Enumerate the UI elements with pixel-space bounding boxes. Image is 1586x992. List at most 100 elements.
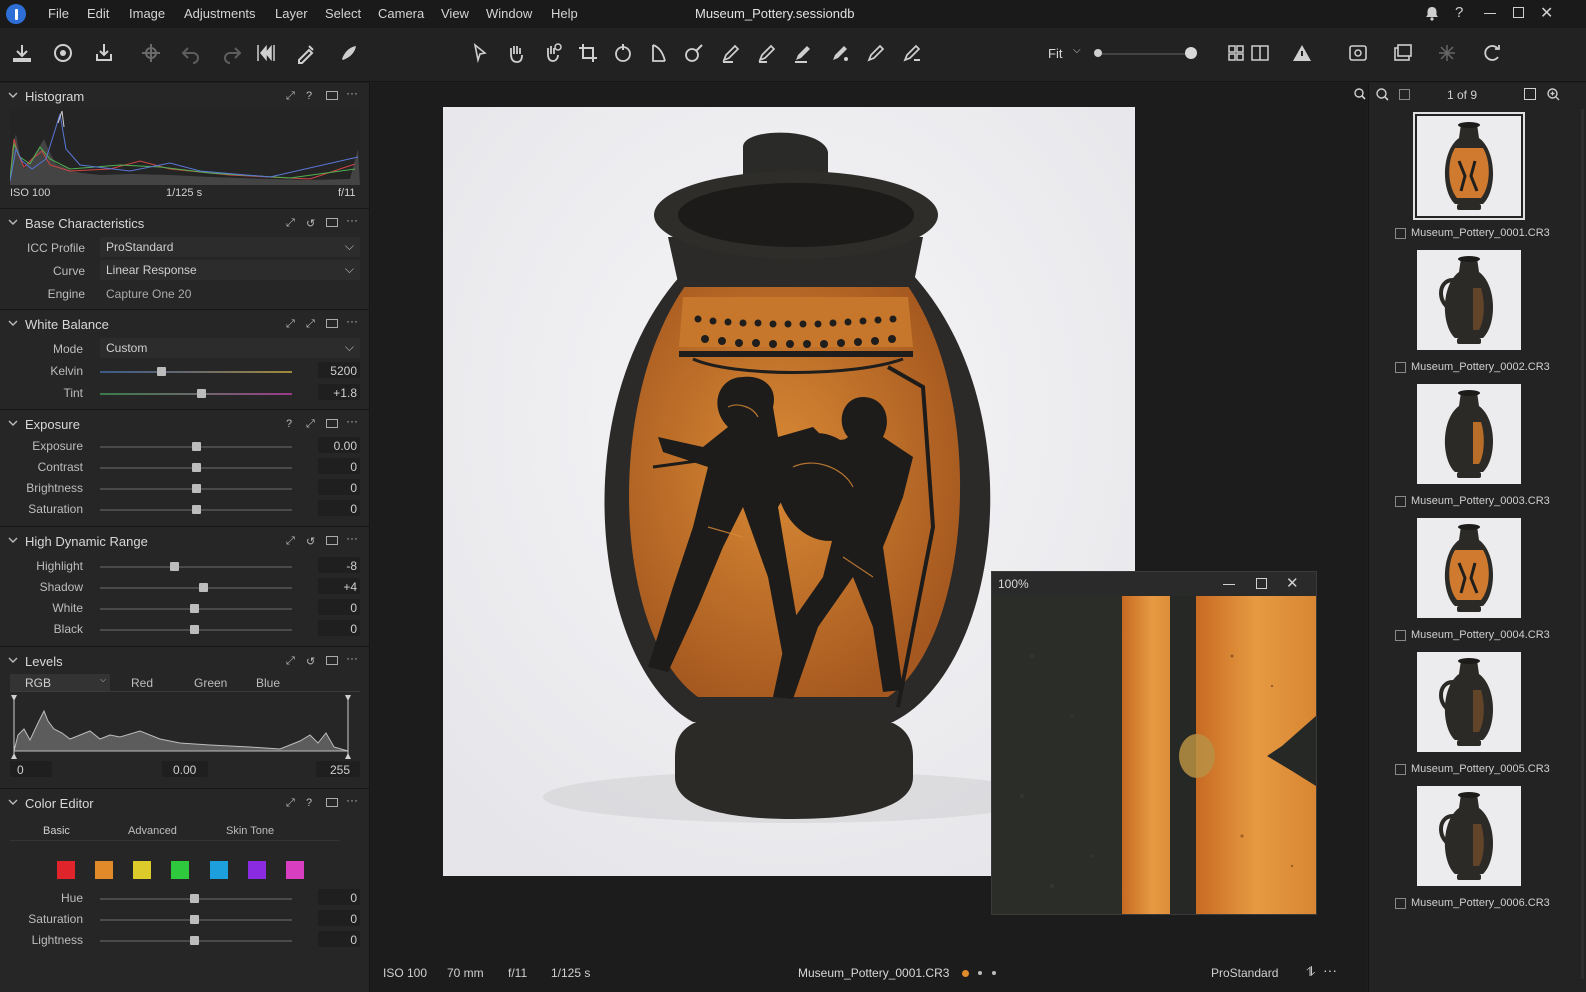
histogram-header[interactable]: Histogram ⤢? ··· xyxy=(0,83,370,109)
tint-slider[interactable] xyxy=(100,393,292,395)
capture-icon[interactable] xyxy=(48,38,78,68)
rotate-tool-icon[interactable] xyxy=(608,38,638,68)
menu-file[interactable]: File xyxy=(48,6,69,21)
maximize-icon[interactable] xyxy=(1513,7,1524,18)
tint-value[interactable]: +1.8 xyxy=(310,386,357,400)
overlay-icon[interactable] xyxy=(1388,38,1418,68)
compare-view-icon[interactable] xyxy=(1245,38,1275,68)
presets-icon[interactable] xyxy=(326,218,338,227)
white-value[interactable]: 0 xyxy=(310,601,357,615)
browser-scrollbar[interactable] xyxy=(1581,109,1584,979)
thumbnail-image[interactable] xyxy=(1417,250,1521,350)
icc-profile-select[interactable]: ProStandard ⌵ xyxy=(100,237,360,257)
reset-icon[interactable]: ↺ xyxy=(306,655,318,668)
undo-icon[interactable] xyxy=(176,38,206,68)
color-tag-icon[interactable] xyxy=(962,970,969,977)
wb-mode-select[interactable]: Custom ⌵ xyxy=(100,338,360,358)
pan-tool-icon[interactable] xyxy=(501,38,531,68)
kelvin-slider[interactable] xyxy=(100,371,292,373)
chevron-down-icon[interactable] xyxy=(8,797,18,807)
menu-edit[interactable]: Edit xyxy=(87,6,109,21)
redo-icon[interactable] xyxy=(217,38,247,68)
reset-icon[interactable] xyxy=(251,38,281,68)
white-slider-knob[interactable] xyxy=(189,604,199,613)
menu-image[interactable]: Image xyxy=(129,6,165,21)
zoom-select[interactable]: Fit xyxy=(1048,46,1062,61)
healing-mask-icon[interactable] xyxy=(897,38,927,68)
pipette-icon[interactable]: ⤢ xyxy=(306,418,318,430)
shadow-slider-knob[interactable] xyxy=(199,583,209,592)
move-icon[interactable] xyxy=(136,38,166,68)
notification-icon[interactable] xyxy=(1425,6,1439,21)
exposure-value[interactable]: 0.00 xyxy=(310,439,357,453)
thumbnail-image[interactable] xyxy=(1417,652,1521,752)
levels-mid-value[interactable]: 0.00 xyxy=(173,763,196,777)
proof-margin-icon[interactable] xyxy=(1343,38,1373,68)
loupe-window[interactable]: 100% ✕ xyxy=(991,571,1317,915)
more-icon[interactable]: ··· xyxy=(346,87,358,102)
swatch-orange[interactable] xyxy=(95,861,113,879)
filter-search-icon[interactable] xyxy=(1376,88,1389,101)
tab-green[interactable]: Green xyxy=(194,676,227,690)
more-icon[interactable]: ··· xyxy=(346,415,358,430)
highlight-value[interactable]: -8 xyxy=(310,559,357,573)
shadow-value[interactable]: +4 xyxy=(310,580,357,594)
color-editor-header[interactable]: Color Editor ⤢? ··· xyxy=(0,790,370,816)
more-icon[interactable]: ··· xyxy=(346,652,358,667)
thumbnail-checkbox[interactable] xyxy=(1395,897,1406,909)
close-icon[interactable]: ✕ xyxy=(1540,3,1553,23)
presets-icon[interactable] xyxy=(326,656,338,665)
menu-camera[interactable]: Camera xyxy=(378,6,424,21)
saturation-value[interactable]: 0 xyxy=(310,912,357,926)
curve-select[interactable]: Linear Response ⌵ xyxy=(100,260,360,280)
thumbnail-image[interactable] xyxy=(1417,384,1521,484)
hue-slider-knob[interactable] xyxy=(189,894,199,903)
thumbnail-checkbox[interactable] xyxy=(1395,629,1406,641)
pipette-icon[interactable]: ⤢ xyxy=(286,797,298,809)
chevron-down-icon[interactable] xyxy=(8,655,18,665)
exposure-warning-icon[interactable] xyxy=(1287,38,1317,68)
maximize-icon[interactable] xyxy=(1256,578,1267,589)
menu-help[interactable]: Help xyxy=(551,6,578,21)
draw-mask-icon[interactable] xyxy=(716,38,746,68)
swatch-red[interactable] xyxy=(57,861,75,879)
picker-icon[interactable]: ⤢ xyxy=(306,318,318,330)
presets-icon[interactable] xyxy=(326,319,338,328)
select-tool-icon[interactable] xyxy=(465,38,495,68)
base-characteristics-header[interactable]: Base Characteristics ⤢ ↺ ··· xyxy=(0,210,370,236)
auto-adjust-icon[interactable]: ? xyxy=(286,418,298,430)
highlight-slider-knob[interactable] xyxy=(170,562,180,571)
menu-adjustments[interactable]: Adjustments xyxy=(184,6,256,21)
tint-slider-knob[interactable] xyxy=(197,389,207,398)
picker-icon[interactable]: ? xyxy=(306,797,318,809)
hdr-header[interactable]: High Dynamic Range ⤢ ↺ ··· xyxy=(0,528,370,554)
rating-dot-icon[interactable] xyxy=(992,971,996,975)
tab-skin-tone[interactable]: Skin Tone xyxy=(226,825,274,837)
presets-icon[interactable] xyxy=(326,419,338,428)
levels-low-value[interactable]: 0 xyxy=(17,763,24,777)
thumbnail-image[interactable] xyxy=(1413,112,1525,220)
select-checkbox-icon[interactable] xyxy=(1399,89,1410,100)
brightness-slider-knob[interactable] xyxy=(191,484,201,493)
close-icon[interactable]: ✕ xyxy=(1286,574,1299,592)
thumbnail-image[interactable] xyxy=(1417,518,1521,618)
swatch-cyan[interactable] xyxy=(210,861,228,879)
brightness-value[interactable]: 0 xyxy=(310,481,357,495)
thumbnail-checkbox[interactable] xyxy=(1395,361,1406,373)
crop-tool-icon[interactable] xyxy=(573,38,603,68)
swatch-purple[interactable] xyxy=(248,861,266,879)
shadow-slider[interactable] xyxy=(100,587,292,589)
saturation-slider-knob[interactable] xyxy=(189,915,199,924)
saturation-value[interactable]: 0 xyxy=(310,502,357,516)
exposure-slider-knob[interactable] xyxy=(191,442,201,451)
levels-histogram[interactable] xyxy=(10,695,360,759)
presets-icon[interactable] xyxy=(326,536,338,545)
more-icon[interactable]: ··· xyxy=(346,214,358,229)
chevron-down-icon[interactable] xyxy=(8,535,18,545)
gradient-mask-icon[interactable] xyxy=(788,38,818,68)
pipette-icon[interactable]: ⤢ xyxy=(286,217,298,229)
export-icon[interactable] xyxy=(89,38,119,68)
black-value[interactable]: 0 xyxy=(310,622,357,636)
reset-icon[interactable]: ↺ xyxy=(306,217,318,230)
chevron-down-icon[interactable] xyxy=(8,90,18,100)
